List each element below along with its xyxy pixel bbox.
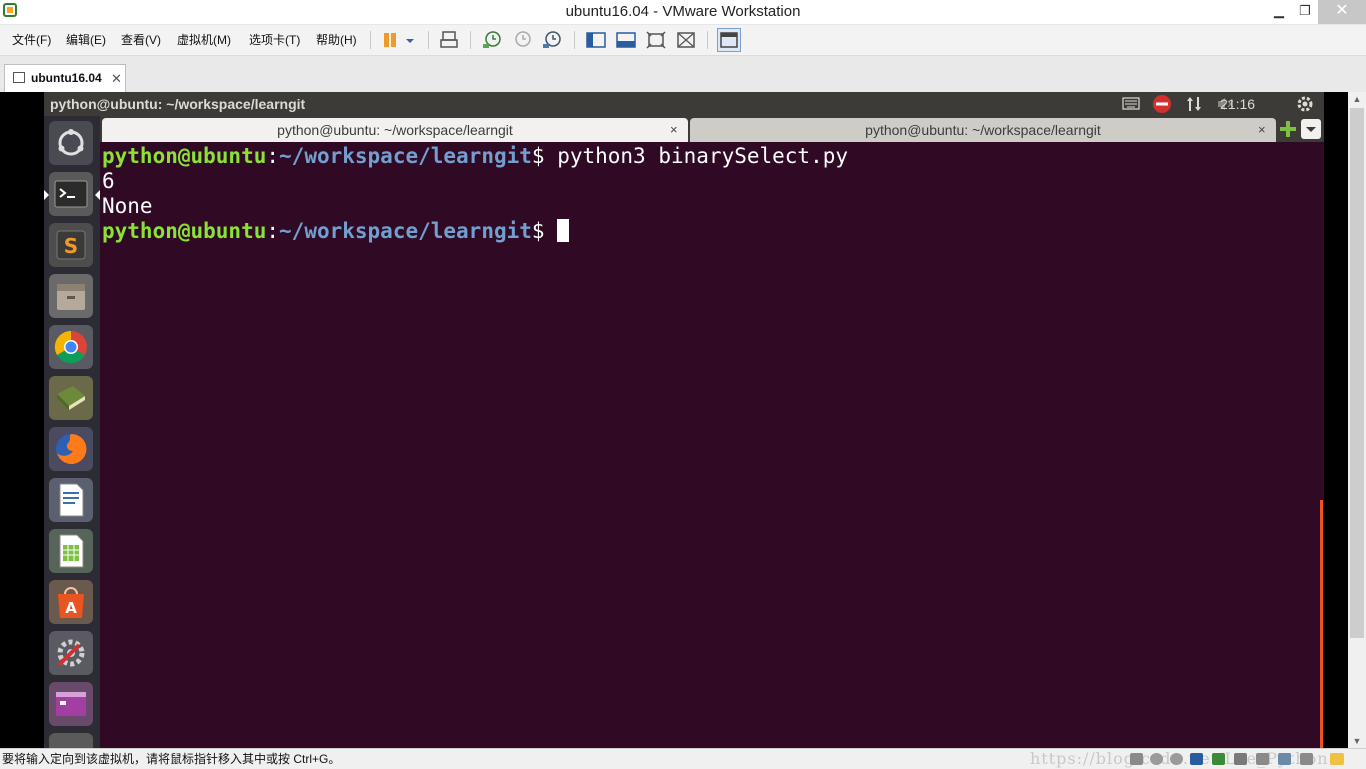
message-log-icon[interactable] [1330,753,1344,765]
display-icon[interactable] [1300,753,1313,765]
hard-disk-icon[interactable] [1130,753,1143,765]
ubuntu-launcher: S A [44,116,100,748]
menu-help[interactable]: 帮助(H) [316,25,357,55]
menu-file[interactable]: 文件(F) [12,25,51,55]
menu-view[interactable]: 查看(V) [121,25,161,55]
gear-icon[interactable] [1296,95,1314,113]
terminal-line-prompt: python@ubuntu:~/workspace/learngit$ [102,219,570,244]
menu-tabs[interactable]: 选项卡(T) [249,25,300,55]
tab-menu-chevron-down-icon[interactable] [1301,119,1321,139]
terminal-tab-1[interactable]: python@ubuntu: ~/workspace/learngit × [102,118,688,142]
prompt-dollar: $ [531,219,558,243]
toolbar-separator [707,31,708,49]
prompt-path: ~/workspace/learngit [279,144,532,168]
cd-drive-icon[interactable] [1150,753,1163,765]
command-text: python3 binarySelect.py [557,144,848,168]
terminal-output[interactable]: python@ubuntu:~/workspace/learngit$ pyth… [100,142,1324,748]
terminal-tab-label: python@ubuntu: ~/workspace/learngit [865,122,1101,138]
menu-edit[interactable]: 编辑(E) [66,25,106,55]
close-icon[interactable]: ✕ [111,65,122,92]
toolbar-separator [370,31,371,49]
prompt-user: python@ubuntu [102,144,267,168]
terminal-tab-label: python@ubuntu: ~/workspace/learngit [277,122,513,138]
snapshot-revert-icon[interactable] [511,29,533,51]
vm-tab-ubuntu[interactable]: ubuntu16.04 ✕ [4,64,126,92]
network-adapter-icon[interactable] [1212,753,1225,765]
thumbnail-bar-icon[interactable] [615,29,637,51]
close-button[interactable]: ✕ [1318,0,1366,24]
libreoffice-writer-icon[interactable] [49,478,93,522]
toolbar-separator [470,31,471,49]
prompt-dollar: $ [531,144,558,168]
vmware-tabbar: ubuntu16.04 ✕ [0,56,1366,93]
vm-tab-label: ubuntu16.04 [31,71,102,85]
toolbar-separator [428,31,429,49]
chevron-down-icon[interactable] [402,29,418,51]
new-tab-icon[interactable] [1278,119,1298,139]
sublime-text-icon[interactable]: S [49,223,93,267]
pause-icon[interactable] [380,29,402,51]
terminal-output-line: 6 [102,169,115,193]
vm-icon [13,72,25,83]
show-library-icon[interactable] [585,29,607,51]
printer-icon[interactable] [1278,753,1291,765]
status-message: 要将输入定向到该虚拟机，请将鼠标指针移入其中或按 Ctrl+G。 [2,752,341,766]
terminal-line-command: python@ubuntu:~/workspace/learngit$ pyth… [102,144,848,169]
close-icon[interactable]: × [1258,118,1266,142]
ebook-reader-icon[interactable] [49,376,93,420]
guest-border-left [0,92,44,748]
floppy-icon[interactable] [1190,753,1203,765]
prompt-path: ~/workspace/learngit [279,219,532,243]
trash-icon[interactable] [49,733,93,748]
fullscreen-icon[interactable] [645,29,667,51]
vmware-menubar: 文件(F) 编辑(E) 查看(V) 虚拟机(M) 选项卡(T) 帮助(H) [0,25,1366,56]
maximize-button[interactable]: ❐ [1292,0,1318,24]
snapshot-take-icon[interactable] [481,29,503,51]
chrome-browser-icon[interactable] [49,325,93,369]
snapshot-manager-icon[interactable] [541,29,563,51]
prompt-colon: : [266,219,280,243]
keyboard-icon[interactable] [1122,96,1140,111]
window-edge-highlight [1320,500,1323,748]
dash-home-icon[interactable] [49,121,93,165]
network-arrows-icon[interactable] [1186,95,1202,113]
libreoffice-calc-icon[interactable] [49,529,93,573]
terminal-app-icon[interactable] [49,172,93,216]
panel-window-title: python@ubuntu: ~/workspace/learngit [50,96,306,112]
file-manager-icon[interactable] [49,274,93,318]
active-indicator [44,190,49,200]
scrollbar-thumb[interactable] [1350,108,1364,638]
usb-icon[interactable] [1234,753,1247,765]
minimize-button[interactable]: ▁ [1266,0,1292,24]
window-title: ubuntu16.04 - VMware Workstation [565,3,801,20]
system-settings-icon[interactable] [49,631,93,675]
console-view-icon[interactable] [717,28,741,52]
no-entry-icon[interactable] [1152,94,1172,114]
unity-mode-icon[interactable] [675,29,697,51]
scroll-down-icon[interactable]: ▼ [1350,736,1364,748]
terminal-tab-2[interactable]: python@ubuntu: ~/workspace/learngit × [690,118,1276,142]
workspace-switcher-icon[interactable] [49,682,93,726]
software-center-icon[interactable]: A [49,580,93,624]
panel-clock[interactable]: 21:16 [1220,92,1255,116]
cd-drive-icon[interactable] [1170,753,1183,765]
prompt-colon: : [266,144,280,168]
svg-text:S: S [64,234,78,258]
menu-vm[interactable]: 虚拟机(M) [177,25,231,55]
terminal-tabbar: python@ubuntu: ~/workspace/learngit × py… [100,116,1324,142]
ubuntu-top-panel: python@ubuntu: ~/workspace/learngit 21:1… [44,92,1324,116]
prompt-user: python@ubuntu [102,219,267,243]
terminal-output-line: None [102,194,153,218]
svg-text:A: A [65,599,77,617]
sound-card-icon[interactable] [1256,753,1269,765]
vmware-statusbar: 要将输入定向到该虚拟机，请将鼠标指针移入其中或按 Ctrl+G。 https:/… [0,748,1366,769]
text-cursor [557,219,570,242]
send-ctrl-alt-del-icon[interactable] [438,29,460,51]
toolbar-separator [574,31,575,49]
vmware-titlebar: ubuntu16.04 - VMware Workstation ▁ ❐ ✕ [0,0,1366,25]
firefox-browser-icon[interactable] [49,427,93,471]
guest-border-right [1324,92,1348,748]
close-icon[interactable]: × [670,118,678,142]
scroll-up-icon[interactable]: ▲ [1350,94,1364,106]
